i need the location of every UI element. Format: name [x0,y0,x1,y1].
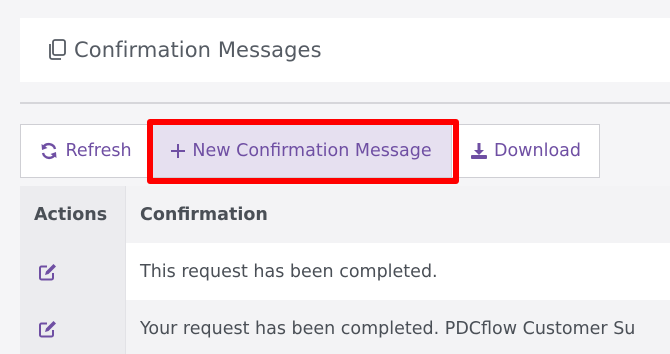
column-header-actions: Actions [20,186,126,243]
copy-icon [46,38,68,62]
confirmation-cell: Your request has been completed. PDCflow… [126,300,670,354]
divider [20,102,670,104]
confirmation-cell: This request has been completed. [126,243,670,300]
refresh-icon [39,141,59,161]
download-button[interactable]: Download [452,124,600,178]
actions-cell [20,300,126,354]
edit-icon[interactable] [38,319,58,339]
new-confirmation-message-button[interactable]: New Confirmation Message [150,124,452,178]
download-label: Download [494,141,581,161]
column-header-confirmation: Confirmation [126,186,670,243]
confirmation-table: Actions Confirmation This request has be… [20,186,670,354]
title-bar: Confirmation Messages [20,18,670,82]
edit-icon[interactable] [38,262,58,282]
download-icon [470,142,488,160]
actions-cell [20,243,126,300]
refresh-button[interactable]: Refresh [20,124,150,178]
page-title: Confirmation Messages [74,38,322,62]
new-confirmation-message-label: New Confirmation Message [192,141,432,161]
refresh-label: Refresh [65,141,132,161]
table-row: This request has been completed. [20,243,670,300]
plus-icon [170,143,186,159]
toolbar: Refresh New Confirmation Message Downloa… [20,124,600,178]
table-row: Your request has been completed. PDCflow… [20,300,670,354]
table-header-row: Actions Confirmation [20,186,670,243]
